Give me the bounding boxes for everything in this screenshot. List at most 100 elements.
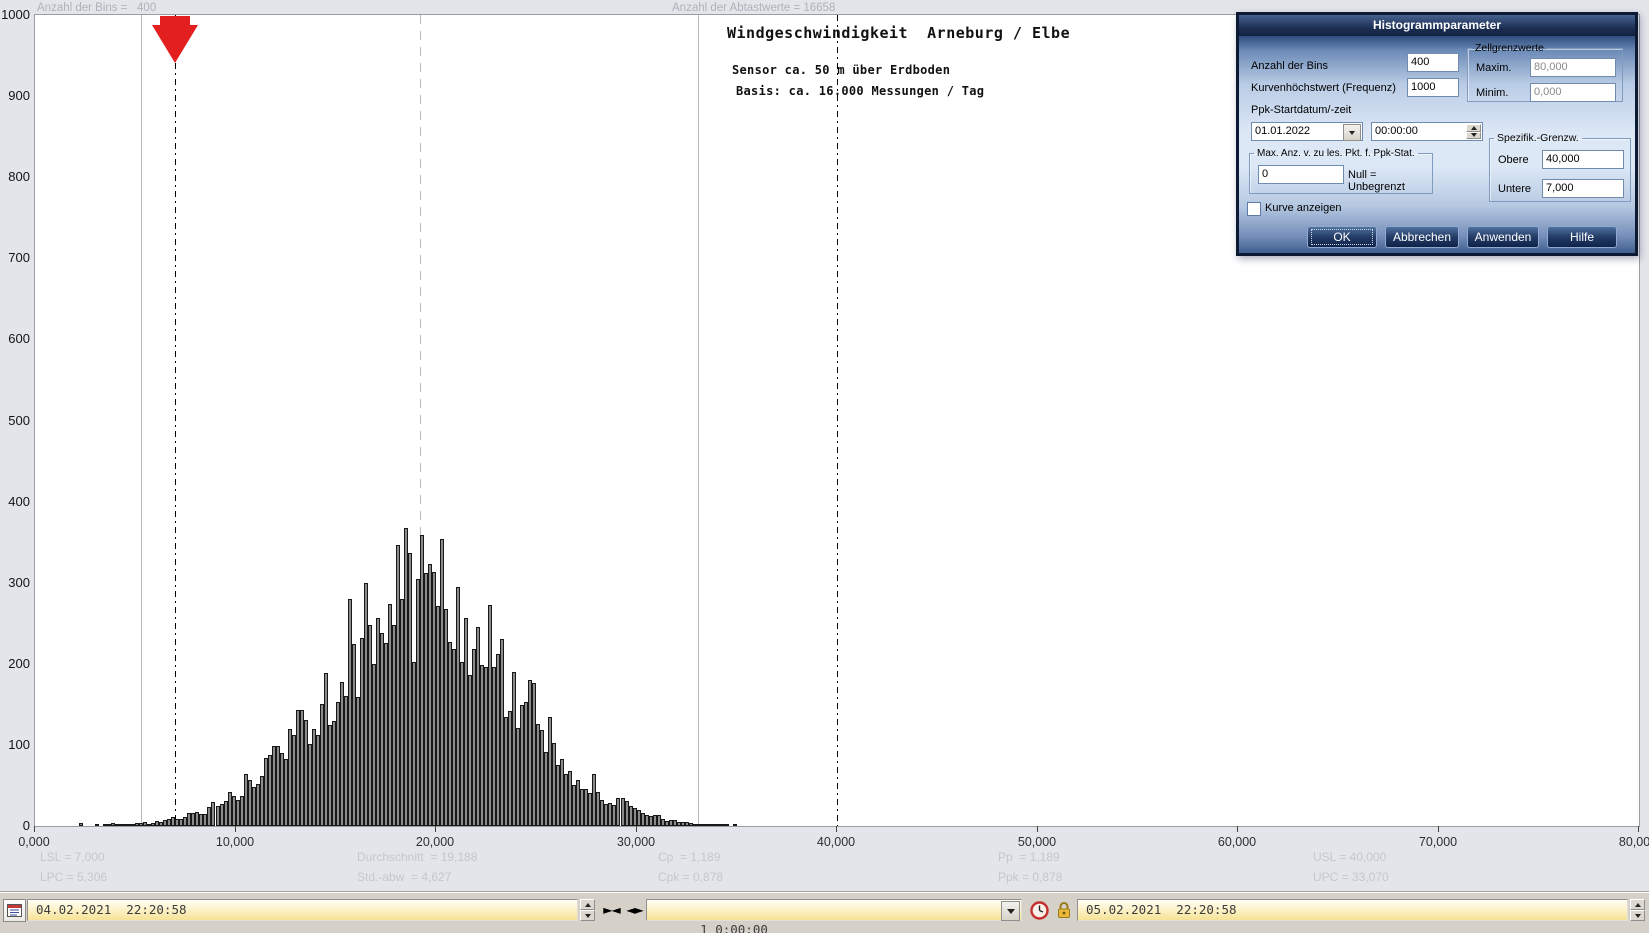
max-points-input[interactable]: 0 xyxy=(1258,165,1344,184)
upper-limit-label: Obere xyxy=(1498,154,1529,166)
x-axis-tick xyxy=(636,826,637,832)
end-datetime-field[interactable]: 05.02.2021 22:20:58 xyxy=(1077,899,1628,921)
maxim-input[interactable]: 80,000 xyxy=(1530,58,1616,77)
start-datetime-field[interactable]: 04.02.2021 22:20:58 xyxy=(27,899,578,921)
histogram-parameter-dialog[interactable]: Histogrammparameter Anzahl der Bins 400 … xyxy=(1236,12,1638,256)
spin-up-icon xyxy=(585,903,591,907)
lower-limit-label: Untere xyxy=(1498,183,1531,195)
ppk-start-label: Ppk-Startdatum/-zeit xyxy=(1251,104,1351,116)
upper-limit-input[interactable]: 40,000 xyxy=(1542,150,1624,169)
refline-usl xyxy=(837,15,838,826)
histogram-bar xyxy=(95,824,99,826)
arrows-outward-icon: ◄► xyxy=(626,903,642,917)
timeline-status-bar: 04.02.2021 22:20:58 ►◄ ◄► 1 0:00:00 xyxy=(0,892,1649,933)
spec-limits-group: Spezifik.-Grenzw. Obere 40,000 Untere 7,… xyxy=(1489,132,1631,202)
x-axis-tick-label: 30,000 xyxy=(601,835,671,849)
stat-value: Cp = 1,189 xyxy=(658,850,720,864)
help-button[interactable]: Hilfe xyxy=(1547,226,1617,248)
x-axis-tick-label: 80,000 xyxy=(1603,835,1649,849)
interval-dropdown-button[interactable] xyxy=(1001,901,1020,921)
x-axis-tick-label: 70,000 xyxy=(1403,835,1473,849)
zoom-in-range-button[interactable]: ►◄ xyxy=(601,901,622,919)
refline-lpc xyxy=(141,15,142,826)
date-dropdown-button[interactable] xyxy=(1343,124,1361,141)
bins-input[interactable]: 400 xyxy=(1407,53,1459,72)
apply-button[interactable]: Anwenden xyxy=(1467,226,1539,248)
y-axis-tick-label: 500 xyxy=(0,413,30,428)
spin-down-icon xyxy=(1471,133,1477,137)
histogram-bar xyxy=(725,824,729,826)
show-curve-label: Kurve anzeigen xyxy=(1265,202,1341,214)
bins-count-label: Anzahl der Bins = 400 xyxy=(37,2,156,14)
x-axis-tick xyxy=(1037,826,1038,832)
show-curve-checkbox[interactable] xyxy=(1247,202,1261,216)
stat-value: UPC = 33,070 xyxy=(1313,870,1389,884)
x-axis-tick-label: 40,000 xyxy=(801,835,871,849)
clock-button[interactable] xyxy=(1029,900,1049,920)
y-axis-tick-label: 400 xyxy=(0,494,30,509)
stat-value: LSL = 7,000 xyxy=(40,850,105,864)
spin-up-icon xyxy=(1471,126,1477,130)
chart-subtitle-2: Basis: ca. 16.000 Messungen / Tag xyxy=(736,84,984,98)
y-axis-tick-label: 800 xyxy=(0,169,30,184)
x-axis-tick-label: 10,000 xyxy=(200,835,270,849)
stat-value: Pp = 1,189 xyxy=(998,850,1060,864)
start-datetime-spinner[interactable] xyxy=(580,899,595,921)
spin-down-icon xyxy=(1635,914,1641,918)
x-axis-tick-label: 60,000 xyxy=(1202,835,1272,849)
ppk-time-input[interactable]: 00:00:00 xyxy=(1371,122,1483,141)
stat-value: USL = 40,000 xyxy=(1313,850,1386,864)
spin-down-icon xyxy=(585,914,591,918)
y-axis-tick-label: 0 xyxy=(0,818,30,833)
y-axis-tick-label: 100 xyxy=(0,737,30,752)
y-axis-tick-label: 200 xyxy=(0,656,30,671)
cell-limits-group: Zellgrenzwerte Maxim. 80,000 Minim. 0,00… xyxy=(1467,42,1623,102)
max-points-group: Max. Anz. v. zu les. Pkt. f. Ppk-Stat. 0… xyxy=(1249,148,1433,194)
x-axis-tick xyxy=(1237,826,1238,832)
calendar-button[interactable] xyxy=(3,899,26,922)
chart-title: Windgeschwindigkeit Arneburg / Elbe xyxy=(727,24,1070,42)
cancel-button[interactable]: Abbrechen xyxy=(1385,226,1459,248)
curve-max-input[interactable]: 1000 xyxy=(1407,78,1459,97)
bins-field-label: Anzahl der Bins xyxy=(1251,60,1328,72)
lower-limit-input[interactable]: 7,000 xyxy=(1542,179,1624,198)
x-axis-tick-label: 20,000 xyxy=(400,835,470,849)
zoom-out-range-button[interactable]: ◄► xyxy=(624,901,645,919)
y-axis-tick-label: 1000 xyxy=(0,7,30,22)
arrows-inward-icon: ►◄ xyxy=(603,903,619,917)
x-axis-tick xyxy=(1638,826,1639,832)
end-datetime-spinner[interactable] xyxy=(1630,899,1645,921)
samples-count-label: Anzahl der Abtastwerte = 16658 xyxy=(672,2,835,14)
lock-icon xyxy=(1056,901,1072,919)
refline-lsl xyxy=(175,15,176,826)
minim-label: Minim. xyxy=(1476,87,1508,99)
spec-limits-group-title: Spezifik.-Grenzw. xyxy=(1494,132,1582,144)
y-axis-tick-label: 300 xyxy=(0,575,30,590)
app-window: Anzahl der Bins = 400 Anzahl der Abtastw… xyxy=(0,0,1649,933)
stat-value: Durchschnitt = 19,188 xyxy=(357,850,477,864)
histogram-bar xyxy=(79,823,83,826)
calendar-icon xyxy=(7,903,22,918)
max-points-hint: Null = Unbegrenzt xyxy=(1348,169,1432,193)
time-spinner[interactable] xyxy=(1466,124,1481,139)
x-axis-tick xyxy=(435,826,436,832)
chevron-down-icon xyxy=(1349,131,1355,135)
lock-button[interactable] xyxy=(1054,900,1074,920)
ok-button[interactable]: OK xyxy=(1307,226,1377,248)
histogram-bar xyxy=(733,824,737,826)
x-axis-tick xyxy=(836,826,837,832)
interval-dropdown[interactable]: 1 0:00:00 xyxy=(646,899,1022,921)
ppk-date-select[interactable]: 01.01.2022 xyxy=(1251,122,1363,141)
stat-value: Ppk = 0,878 xyxy=(998,870,1062,884)
spin-up-icon xyxy=(1635,903,1641,907)
cell-limits-group-title: Zellgrenzwerte xyxy=(1472,42,1547,54)
dialog-body: Anzahl der Bins 400 Kurvenhöchstwert (Fr… xyxy=(1239,36,1635,253)
minim-input[interactable]: 0,000 xyxy=(1530,83,1616,102)
x-axis-tick xyxy=(1438,826,1439,832)
maxim-label: Maxim. xyxy=(1476,62,1511,74)
x-axis-tick-label: 50,000 xyxy=(1002,835,1072,849)
y-axis-tick-label: 900 xyxy=(0,88,30,103)
dialog-titlebar[interactable]: Histogrammparameter xyxy=(1239,15,1635,36)
lsl-red-arrow-marker xyxy=(152,16,198,64)
x-axis-tick xyxy=(235,826,236,832)
